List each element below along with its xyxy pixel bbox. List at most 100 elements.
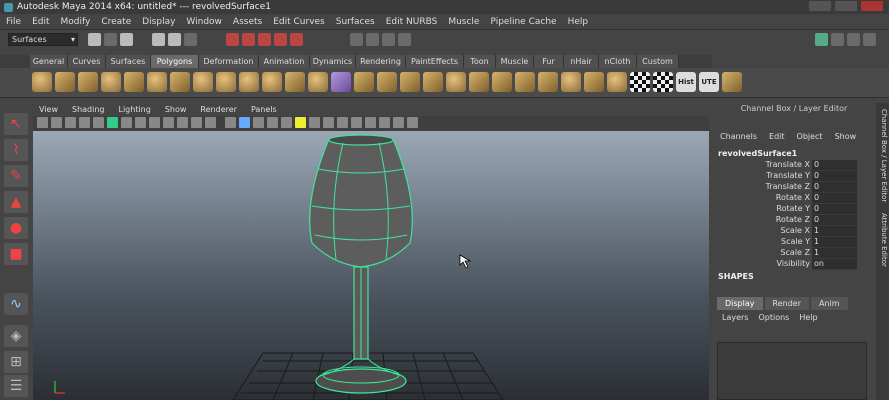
attribute-row[interactable]: Rotate Y0	[712, 204, 876, 215]
curve-tool-icon[interactable]: ∿	[4, 293, 28, 315]
attribute-value[interactable]: 1	[812, 226, 857, 237]
menu-edit-nurbs[interactable]: Edit NURBS	[386, 17, 438, 27]
extract-icon[interactable]	[285, 72, 305, 92]
two-d-pan-zoom-icon[interactable]	[93, 117, 104, 128]
poly-sphere-icon[interactable]	[32, 72, 52, 92]
panel-menu-renderer[interactable]: Renderer	[200, 105, 237, 114]
outliner-layout-icon[interactable]: ☰	[4, 375, 28, 397]
poly-cone-icon[interactable]	[101, 72, 121, 92]
attribute-row[interactable]: Scale Y1	[712, 237, 876, 248]
shelf-tab-ncloth[interactable]: nCloth	[599, 55, 637, 68]
textured-icon[interactable]	[267, 117, 278, 128]
smooth-shade-icon[interactable]	[239, 117, 250, 128]
poke-icon[interactable]	[538, 72, 558, 92]
render-settings-icon[interactable]	[398, 33, 411, 46]
uv-checker-icon[interactable]	[630, 72, 650, 92]
tab-render[interactable]: Render	[764, 297, 809, 310]
shelf-tab-painteffects[interactable]: PaintEffects	[406, 55, 464, 68]
panel-menu-show[interactable]: Show	[165, 105, 187, 114]
depth-of-field-icon[interactable]	[351, 117, 362, 128]
attribute-value[interactable]: 0	[812, 215, 857, 226]
menu-edit[interactable]: Edit	[32, 17, 49, 27]
select-camera-icon[interactable]	[37, 117, 48, 128]
shelf-tab-dynamics[interactable]: Dynamics	[310, 55, 356, 68]
screen-space-ao-icon[interactable]	[309, 117, 320, 128]
gate-mask-icon[interactable]	[163, 117, 174, 128]
layer-menu-options[interactable]: Options	[758, 313, 789, 322]
attribute-value[interactable]: 0	[812, 204, 857, 215]
attribute-row[interactable]: Translate Z0	[712, 182, 876, 193]
bridge-icon[interactable]	[377, 72, 397, 92]
menu-window[interactable]: Window	[186, 17, 222, 27]
render-frame-icon[interactable]	[366, 33, 379, 46]
attribute-row[interactable]: Scale Z1	[712, 248, 876, 259]
menu-assets[interactable]: Assets	[233, 17, 262, 27]
x-ray-icon[interactable]	[379, 117, 390, 128]
isolate-select-icon[interactable]	[365, 117, 376, 128]
poly-cube-icon[interactable]	[55, 72, 75, 92]
ipr-render-icon[interactable]	[382, 33, 395, 46]
planar-mapping-icon[interactable]	[584, 72, 604, 92]
four-view-layout-icon[interactable]: ⊞	[4, 351, 28, 373]
move-tool-icon[interactable]: ▲	[4, 191, 28, 213]
append-polygon-icon[interactable]	[400, 72, 420, 92]
open-scene-icon[interactable]	[104, 33, 117, 46]
shelf-tab-general[interactable]: General	[30, 55, 68, 68]
film-gate-icon[interactable]	[135, 117, 146, 128]
grease-pencil-icon[interactable]	[107, 117, 118, 128]
panel-menu-view[interactable]: View	[39, 105, 58, 114]
tool-settings-toggle-icon[interactable]	[847, 33, 860, 46]
attribute-row[interactable]: Scale X1	[712, 226, 876, 237]
poly-pipe-icon[interactable]	[216, 72, 236, 92]
poly-torus-icon[interactable]	[147, 72, 167, 92]
insert-edge-loop-icon[interactable]	[446, 72, 466, 92]
panel-menu-shading[interactable]: Shading	[72, 105, 105, 114]
split-polygon-icon[interactable]	[423, 72, 443, 92]
poly-plane-icon[interactable]	[124, 72, 144, 92]
camera-attributes-icon[interactable]	[51, 117, 62, 128]
separate-icon[interactable]	[262, 72, 282, 92]
new-scene-icon[interactable]	[88, 33, 101, 46]
boolean-icon[interactable]	[331, 72, 351, 92]
cb-menu-channels[interactable]: Channels	[720, 132, 757, 141]
shelf-tab-toon[interactable]: Toon	[464, 55, 496, 68]
image-plane-icon[interactable]	[79, 117, 90, 128]
wireframe-icon[interactable]	[225, 117, 236, 128]
multisample-aa-icon[interactable]	[337, 117, 348, 128]
attribute-row[interactable]: Visibility on	[712, 259, 876, 270]
grid-toggle-icon[interactable]	[121, 117, 132, 128]
menu-modify[interactable]: Modify	[61, 17, 91, 27]
lasso-tool-icon[interactable]: ⌇	[4, 139, 28, 161]
select-component-icon[interactable]	[184, 33, 197, 46]
attribute-editor-toggle-icon[interactable]	[831, 33, 844, 46]
perspective-viewport[interactable]	[33, 131, 709, 400]
safe-action-icon[interactable]	[191, 117, 202, 128]
menu-create[interactable]: Create	[101, 17, 131, 27]
maximize-button[interactable]	[835, 1, 857, 11]
menu-edit-curves[interactable]: Edit Curves	[273, 17, 325, 27]
ute-icon[interactable]: UTE	[699, 72, 719, 92]
use-all-lights-icon[interactable]	[281, 117, 292, 128]
poly-pyramid-icon[interactable]	[193, 72, 213, 92]
menu-pipeline-cache[interactable]: Pipeline Cache	[490, 17, 556, 27]
channel-box-toggle-icon[interactable]	[863, 33, 876, 46]
side-tab-attribute-editor[interactable]: Attribute Editor	[877, 213, 888, 267]
shelf-tab-surfaces[interactable]: Surfaces	[106, 55, 151, 68]
field-chart-icon[interactable]	[177, 117, 188, 128]
shelf-tab-curves[interactable]: Curves	[68, 55, 106, 68]
smooth-icon[interactable]	[308, 72, 328, 92]
poly-cylinder-icon[interactable]	[78, 72, 98, 92]
uv-editor-icon[interactable]	[653, 72, 673, 92]
attribute-row[interactable]: Translate Y0	[712, 171, 876, 182]
attribute-row[interactable]: Rotate Z0	[712, 215, 876, 226]
shelf-tab-polygons[interactable]: Polygons	[151, 55, 199, 68]
menu-set-dropdown[interactable]: Surfaces ▾	[8, 33, 78, 46]
extrude-icon[interactable]	[354, 72, 374, 92]
shelf-tab-deformation[interactable]: Deformation	[199, 55, 259, 68]
cylindrical-mapping-icon[interactable]	[607, 72, 627, 92]
rotate-tool-icon[interactable]: ●	[4, 217, 28, 239]
cb-menu-object[interactable]: Object	[797, 132, 823, 141]
shelf-tab-rendering[interactable]: Rendering	[356, 55, 406, 68]
motion-blur-icon[interactable]	[323, 117, 334, 128]
shelf-tab-animation[interactable]: Animation	[259, 55, 310, 68]
